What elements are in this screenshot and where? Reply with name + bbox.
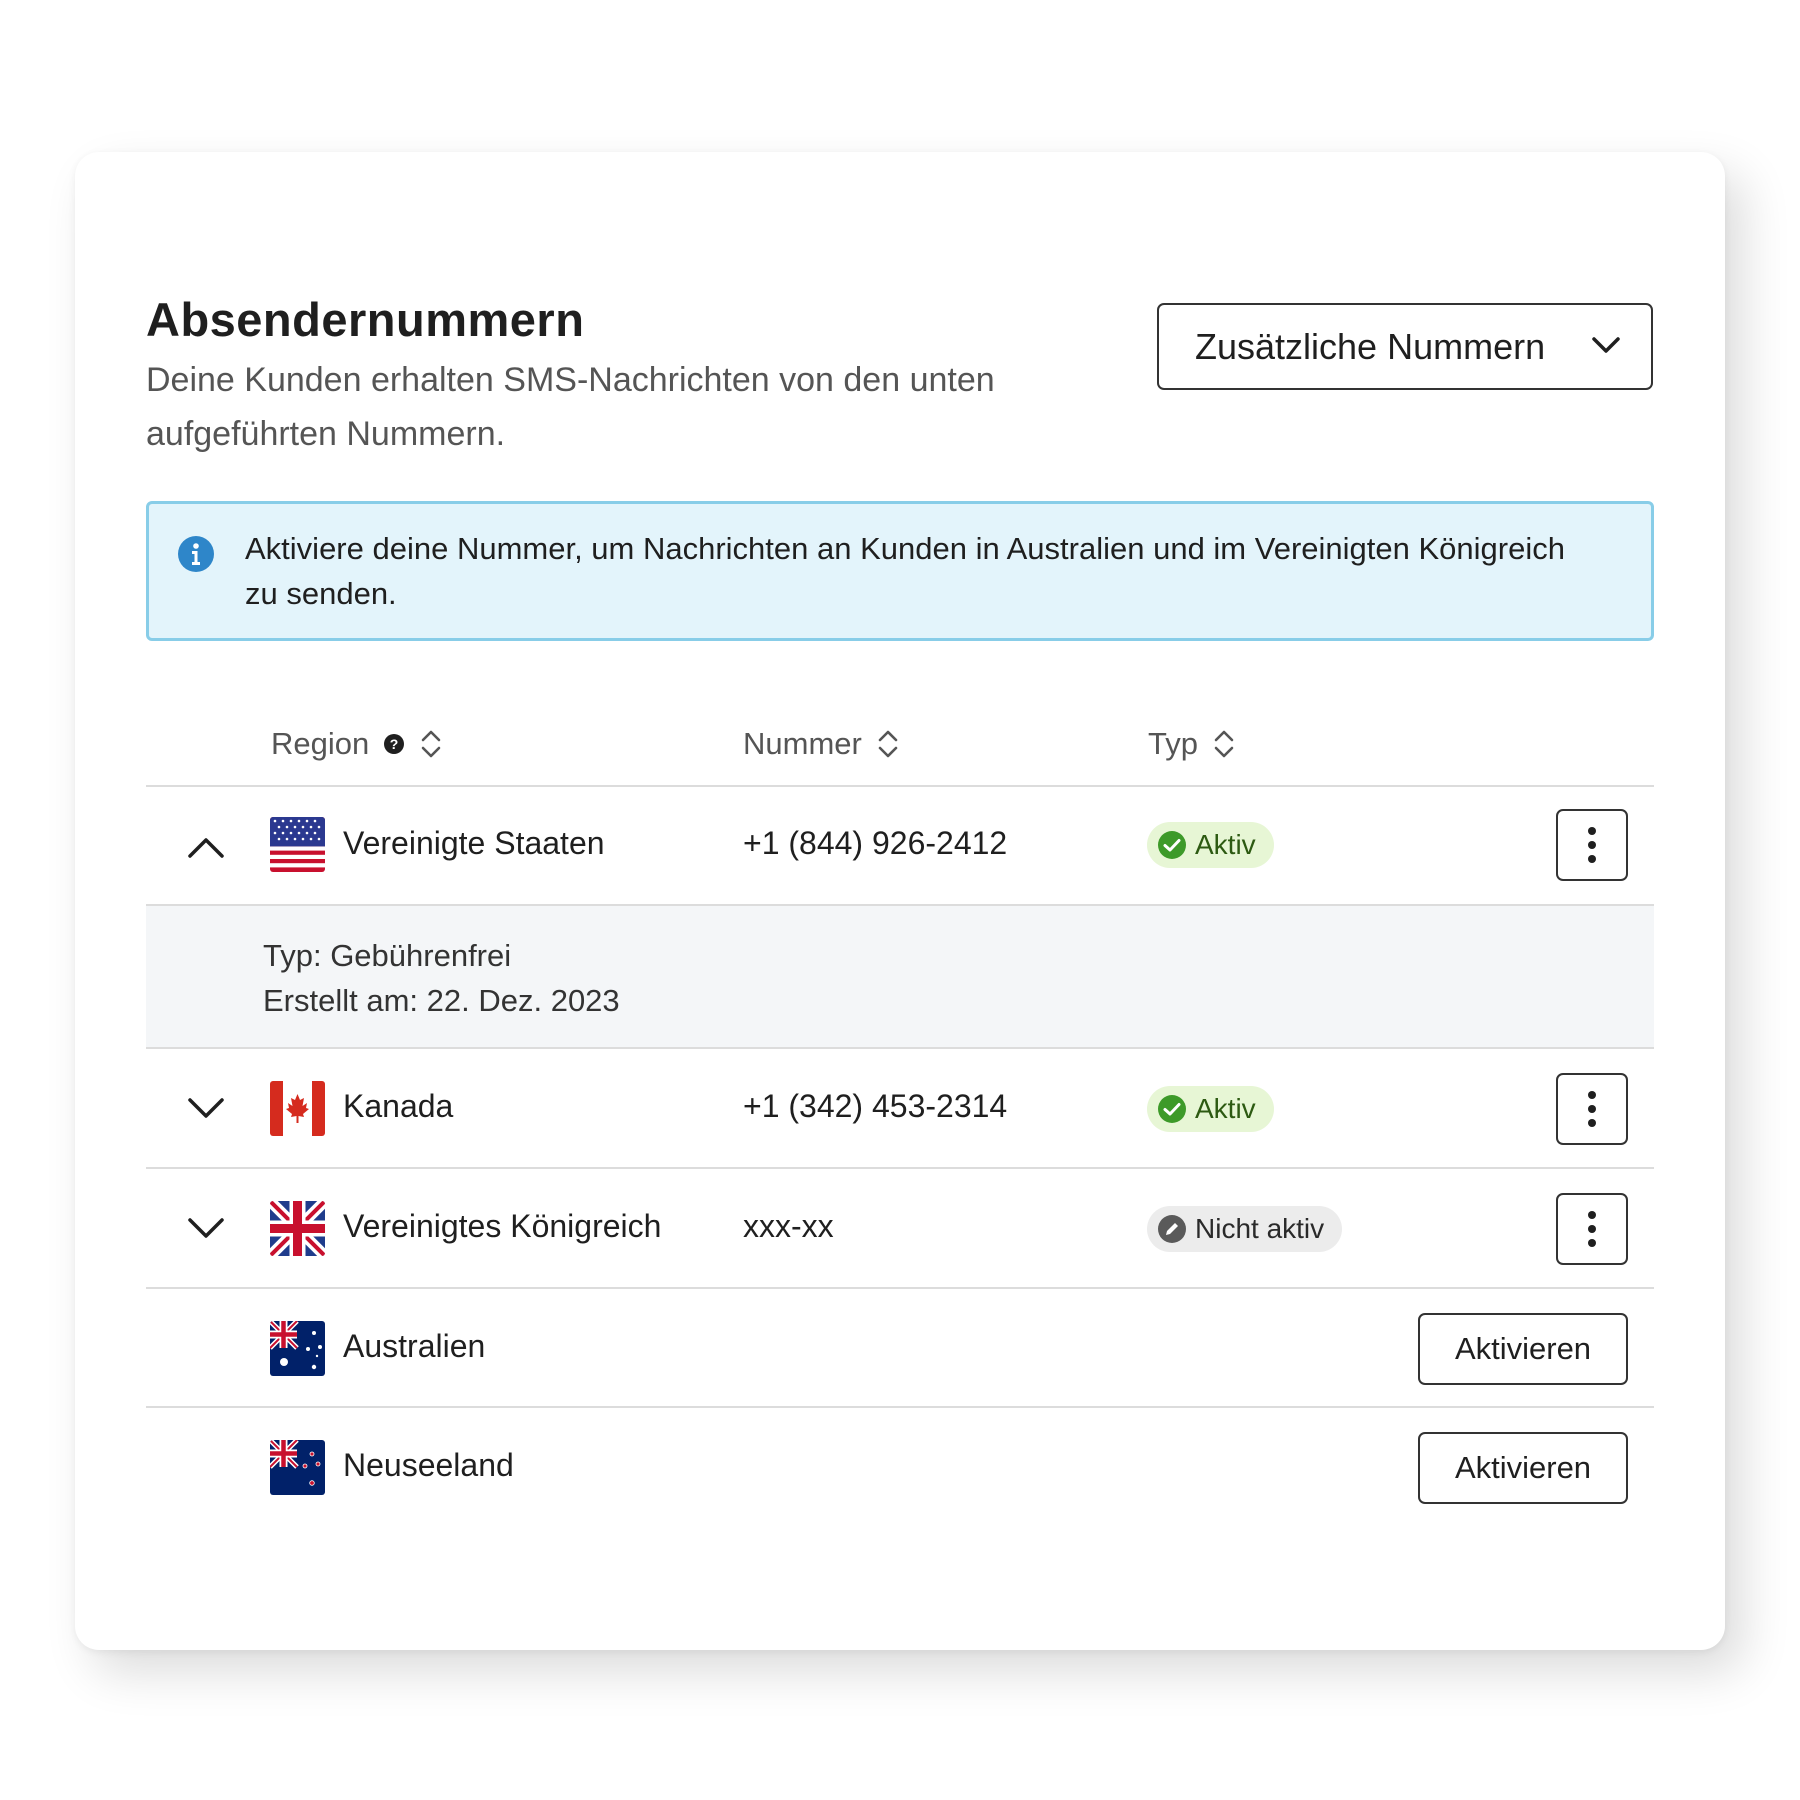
nz-flag bbox=[270, 1440, 325, 1495]
sort-icon bbox=[878, 730, 898, 758]
info-icon bbox=[178, 536, 214, 572]
detail-created: Erstellt am: 22. Dez. 2023 bbox=[263, 983, 620, 1018]
sort-icon bbox=[1214, 730, 1234, 758]
chevron-down-icon bbox=[1592, 337, 1620, 353]
activate-button[interactable]: Aktivieren bbox=[1418, 1432, 1628, 1504]
more-icon bbox=[1588, 1211, 1596, 1219]
additional-numbers-dropdown[interactable]: Zusätzliche Nummern bbox=[1157, 303, 1653, 390]
status-badge: Aktiv bbox=[1147, 822, 1274, 868]
row-details-panel: Typ: Gebührenfrei Erstellt am: 22. Dez. … bbox=[146, 906, 1654, 1047]
table-row: Australien Aktivieren bbox=[146, 1289, 1654, 1407]
country-name: Neuseeland bbox=[343, 1447, 514, 1483]
column-header-region[interactable]: Region ? bbox=[271, 722, 443, 766]
phone-number: +1 (342) 453-2314 bbox=[743, 1088, 1008, 1124]
country-name: Vereinigte Staaten bbox=[343, 825, 605, 861]
pencil-circle-icon bbox=[1158, 1215, 1186, 1243]
phone-number: +1 (844) 926-2412 bbox=[743, 825, 1008, 861]
activate-button[interactable]: Aktivieren bbox=[1418, 1313, 1628, 1385]
table-row: Vereinigtes Königreich xxx-xx Nicht akti… bbox=[146, 1169, 1654, 1287]
banner-message: Aktiviere deine Nummer, um Nachrichten a… bbox=[245, 531, 1565, 611]
svg-text:?: ? bbox=[390, 736, 399, 752]
more-icon bbox=[1588, 1091, 1596, 1099]
more-options-button[interactable] bbox=[1556, 809, 1628, 881]
column-header-number[interactable]: Nummer bbox=[743, 722, 900, 766]
status-badge: Nicht aktiv bbox=[1147, 1206, 1343, 1252]
column-header-type[interactable]: Typ bbox=[1148, 722, 1236, 766]
more-icon bbox=[1588, 827, 1596, 835]
country-name: Kanada bbox=[343, 1088, 454, 1124]
country-name: Australien bbox=[343, 1328, 486, 1364]
more-options-button[interactable] bbox=[1556, 1193, 1628, 1265]
table-row: Vereinigte Staaten +1 (844) 926-2412 Akt… bbox=[146, 787, 1654, 904]
chevron-down-icon[interactable] bbox=[186, 1094, 226, 1124]
au-flag bbox=[270, 1321, 325, 1376]
table-row: Neuseeland Aktivieren bbox=[146, 1408, 1654, 1526]
help-icon[interactable]: ? bbox=[383, 733, 405, 755]
info-banner: Aktiviere deine Nummer, um Nachrichten a… bbox=[146, 501, 1654, 641]
us-flag bbox=[270, 817, 325, 872]
page-subtitle: Deine Kunden erhalten SMS-Nachrichten vo… bbox=[146, 361, 995, 453]
table-row: Kanada +1 (342) 453-2314 Aktiv bbox=[146, 1049, 1654, 1167]
chevron-up-icon[interactable] bbox=[186, 832, 226, 862]
page-title: Absendernummern bbox=[146, 293, 585, 346]
sort-icon bbox=[421, 730, 441, 758]
ca-flag bbox=[270, 1081, 325, 1136]
uk-flag bbox=[270, 1201, 325, 1256]
dropdown-label: Zusätzliche Nummern bbox=[1195, 325, 1546, 367]
check-circle-icon bbox=[1158, 831, 1186, 859]
more-options-button[interactable] bbox=[1556, 1073, 1628, 1145]
country-name: Vereinigtes Königreich bbox=[343, 1208, 662, 1244]
check-circle-icon bbox=[1158, 1095, 1186, 1123]
status-badge: Aktiv bbox=[1147, 1086, 1274, 1132]
detail-type: Typ: Gebührenfrei bbox=[263, 938, 512, 973]
chevron-down-icon[interactable] bbox=[186, 1214, 226, 1244]
phone-number: xxx-xx bbox=[743, 1208, 834, 1244]
